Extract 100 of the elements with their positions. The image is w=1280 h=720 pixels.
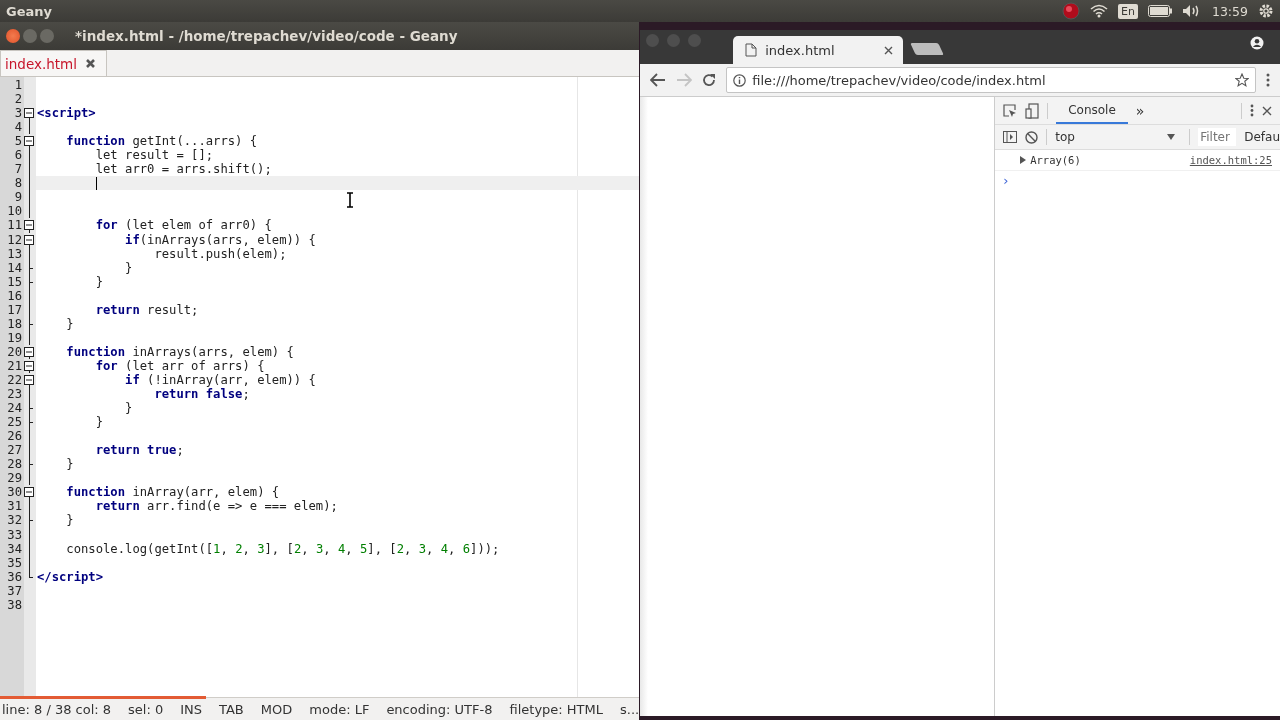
url-text: file:///home/trepachev/video/code/index.html xyxy=(752,72,1047,88)
window-title: *index.html - /home/trepachev/video/code - Geany xyxy=(75,28,458,44)
code-line: if(inArrays(arrs, elem)) { xyxy=(124,232,316,247)
source-link[interactable]: index.html:25 xyxy=(1189,154,1272,166)
app-name: Geany xyxy=(6,3,53,19)
line-number: 3 xyxy=(13,106,22,121)
status-item: sel: 0 xyxy=(128,701,164,717)
fold-marker-icon[interactable] xyxy=(24,108,34,119)
battery-icon[interactable] xyxy=(1147,5,1172,17)
code-line: </script> xyxy=(36,569,104,584)
code-line: function inArray(arr, elem) { xyxy=(65,485,280,500)
code-line: <script> xyxy=(36,106,96,121)
line-number: 10 xyxy=(6,204,22,219)
more-tabs-button[interactable]: » xyxy=(1135,102,1145,119)
code-line: function getInt(...arrs) { xyxy=(65,134,258,149)
line-number: 5 xyxy=(13,134,22,149)
close-window-button[interactable] xyxy=(6,29,20,43)
profile-icon[interactable] xyxy=(1250,36,1264,50)
fold-marker-icon[interactable] xyxy=(24,360,34,371)
line-number: 32 xyxy=(6,513,22,528)
device-icon[interactable] xyxy=(1025,102,1040,119)
close-tab-icon[interactable] xyxy=(884,45,894,55)
fold-marker-icon[interactable] xyxy=(24,234,34,245)
dropdown-arrow-icon xyxy=(1167,134,1176,140)
code-line: } xyxy=(65,457,74,472)
line-number: 37 xyxy=(6,583,22,598)
reload-icon[interactable] xyxy=(702,73,717,87)
line-number: 35 xyxy=(6,555,22,570)
code-line: function inArrays(arrs, elem) { xyxy=(65,344,294,359)
keyboard-layout-indicator[interactable]: En xyxy=(1118,3,1138,19)
line-number: 38 xyxy=(6,597,22,612)
status-item: INS xyxy=(180,701,203,717)
expand-arrow-icon[interactable] xyxy=(1020,156,1027,164)
line-number: 22 xyxy=(6,373,22,388)
status-item: mode: LF xyxy=(309,701,370,717)
code-line: } xyxy=(94,274,104,289)
code-line: for (let arr of arrs) { xyxy=(94,358,265,373)
fold-marker-icon[interactable] xyxy=(24,487,34,498)
page-icon xyxy=(745,43,758,57)
line-number: 12 xyxy=(6,232,22,247)
clear-console-icon[interactable] xyxy=(1025,130,1039,144)
star-icon[interactable] xyxy=(1235,73,1249,87)
browser-tab[interactable]: index.html xyxy=(733,36,904,64)
line-number: 24 xyxy=(6,401,22,416)
address-bar[interactable]: file:///home/trepachev/video/code/index.html xyxy=(726,67,1256,93)
fold-marker-icon[interactable] xyxy=(24,346,34,357)
wifi-icon[interactable] xyxy=(1090,4,1109,18)
line-number: 27 xyxy=(6,443,22,458)
line-number: 26 xyxy=(6,429,22,444)
file-tab[interactable]: index.html xyxy=(0,50,107,76)
record-icon[interactable] xyxy=(1062,2,1081,20)
status-item: s... xyxy=(620,701,640,717)
code-line: return arr.find(e => e === elem); xyxy=(94,499,338,514)
context-select[interactable]: top xyxy=(1055,130,1182,144)
console-prompt[interactable]: › xyxy=(1003,173,1009,188)
close-icon[interactable] xyxy=(1262,105,1272,116)
info-icon[interactable] xyxy=(733,73,747,87)
fold-marker-icon[interactable] xyxy=(24,136,34,147)
code-line: } xyxy=(65,316,74,331)
line-number: 25 xyxy=(6,415,22,430)
status-item: line: 8 / 38 col: 8 xyxy=(2,701,112,717)
line-number: 19 xyxy=(6,330,22,345)
code-line: let arr0 = arrs.shift(); xyxy=(94,162,272,177)
line-number: 18 xyxy=(6,316,22,331)
gear-icon[interactable] xyxy=(1258,3,1274,19)
code-line: return result; xyxy=(94,302,199,317)
code-line: } xyxy=(124,401,133,416)
status-item: TAB xyxy=(219,701,244,717)
fold-marker-icon[interactable] xyxy=(24,375,34,385)
inspect-icon[interactable] xyxy=(1003,103,1018,118)
console-message: Array(6) xyxy=(1030,154,1081,166)
scrollbar[interactable] xyxy=(0,696,206,699)
back-arrow-icon[interactable] xyxy=(650,73,667,87)
new-tab-button[interactable] xyxy=(910,43,944,55)
menu-icon[interactable] xyxy=(1250,104,1254,117)
code-line: for (let elem of arr0) { xyxy=(94,218,272,233)
code-line: return false; xyxy=(153,387,250,402)
filter-field[interactable]: Filter xyxy=(1198,128,1237,146)
code-line: } xyxy=(94,415,104,430)
line-number: 33 xyxy=(6,527,22,542)
line-number: 31 xyxy=(6,499,22,514)
close-tab-icon[interactable] xyxy=(85,58,96,69)
line-number: 20 xyxy=(6,344,22,359)
status-item: encoding: UTF-8 xyxy=(386,701,493,717)
fold-marker-icon[interactable] xyxy=(24,220,34,231)
line-number: 7 xyxy=(13,162,22,177)
code-line: } xyxy=(65,513,74,528)
code-line: console.log(getInt([1, 2, 3], [2, 3, 4, 5], [2, 3, 4, 6])); xyxy=(65,541,500,556)
code-line: let result = []; xyxy=(94,148,214,163)
sidebar-icon[interactable] xyxy=(1003,131,1018,143)
line-number: 15 xyxy=(6,274,22,289)
clock-time[interactable]: 13:59 xyxy=(1211,3,1248,19)
line-number: 17 xyxy=(6,302,22,317)
line-number: 36 xyxy=(6,569,22,584)
line-number: 16 xyxy=(6,288,22,303)
menu-icon[interactable] xyxy=(1266,73,1270,87)
log-levels-button[interactable]: Defau xyxy=(1244,130,1280,144)
line-number: 1 xyxy=(13,78,22,93)
line-number: 6 xyxy=(13,148,22,163)
line-number: 30 xyxy=(6,485,22,500)
